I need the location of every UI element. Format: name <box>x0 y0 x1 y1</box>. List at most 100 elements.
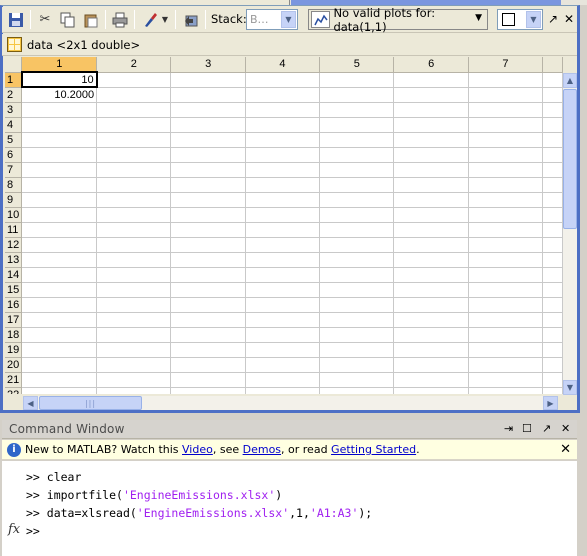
table-cell[interactable] <box>245 327 321 343</box>
row-header[interactable]: 1 <box>5 72 23 88</box>
table-cell[interactable] <box>542 222 563 238</box>
table-cell[interactable] <box>170 132 246 148</box>
table-cell[interactable] <box>542 267 563 283</box>
table-cell[interactable] <box>21 297 98 313</box>
table-cell[interactable] <box>319 207 395 223</box>
console-prompt-line[interactable]: >> <box>26 524 47 538</box>
column-header[interactable]: 7 <box>468 57 544 73</box>
table-cell[interactable]: 10.2000 <box>21 87 98 103</box>
table-cell[interactable] <box>170 192 246 208</box>
table-cell[interactable] <box>319 282 395 298</box>
table-cell[interactable] <box>96 342 172 358</box>
table-cell[interactable] <box>245 192 321 208</box>
table-cell[interactable] <box>170 162 246 178</box>
table-cell[interactable] <box>96 162 172 178</box>
column-header[interactable]: 2 <box>96 57 172 73</box>
table-cell[interactable] <box>468 132 544 148</box>
table-cell[interactable] <box>319 117 395 133</box>
row-header[interactable]: 12 <box>5 237 23 253</box>
table-cell[interactable] <box>21 222 98 238</box>
table-cell[interactable] <box>96 357 172 373</box>
table-cell[interactable] <box>96 297 172 313</box>
table-cell[interactable] <box>542 177 563 193</box>
table-cell[interactable] <box>468 162 544 178</box>
plot-selector[interactable]: No valid plots for: data(1,1) ▼ <box>308 6 488 34</box>
table-cell[interactable] <box>245 357 321 373</box>
table-cell[interactable] <box>542 357 563 373</box>
table-cell[interactable] <box>245 177 321 193</box>
table-cell[interactable] <box>245 72 321 88</box>
table-cell[interactable] <box>96 132 172 148</box>
close-icon[interactable]: ✕ <box>560 442 571 457</box>
table-cell[interactable] <box>468 342 544 358</box>
row-header[interactable]: 13 <box>5 252 23 268</box>
table-cell[interactable] <box>542 372 563 388</box>
table-cell[interactable] <box>468 117 544 133</box>
table-cell[interactable] <box>319 267 395 283</box>
table-cell[interactable] <box>468 177 544 193</box>
table-cell[interactable] <box>393 162 469 178</box>
getting-started-link[interactable]: Getting Started <box>331 443 416 456</box>
table-cell[interactable] <box>542 252 563 268</box>
corner-header[interactable] <box>5 57 23 73</box>
table-cell[interactable] <box>96 117 172 133</box>
table-cell[interactable] <box>468 372 544 388</box>
demos-link[interactable]: Demos <box>243 443 281 456</box>
table-cell[interactable] <box>468 312 544 328</box>
table-cell[interactable] <box>170 282 246 298</box>
row-header[interactable]: 22 <box>5 387 23 394</box>
table-cell[interactable] <box>393 312 469 328</box>
table-cell[interactable] <box>170 87 246 103</box>
table-cell[interactable] <box>96 267 172 283</box>
table-cell[interactable] <box>245 102 321 118</box>
table-cell[interactable] <box>96 282 172 298</box>
table-cell[interactable] <box>393 72 469 88</box>
table-cell[interactable] <box>319 387 395 394</box>
table-cell[interactable] <box>542 72 563 88</box>
table-cell[interactable] <box>245 297 321 313</box>
table-cell[interactable] <box>96 147 172 163</box>
table-cell[interactable] <box>245 87 321 103</box>
row-header[interactable]: 6 <box>5 147 23 163</box>
table-cell[interactable] <box>319 177 395 193</box>
table-cell[interactable] <box>393 357 469 373</box>
row-header[interactable]: 9 <box>5 192 23 208</box>
table-cell[interactable] <box>170 147 246 163</box>
table-cell[interactable] <box>96 252 172 268</box>
table-cell[interactable] <box>542 297 563 313</box>
table-cell[interactable] <box>319 87 395 103</box>
table-cell[interactable] <box>170 72 246 88</box>
table-cell[interactable] <box>393 342 469 358</box>
table-cell[interactable] <box>542 207 563 223</box>
table-cell[interactable] <box>96 192 172 208</box>
table-cell[interactable] <box>393 387 469 394</box>
table-cell[interactable] <box>170 207 246 223</box>
table-cell[interactable] <box>319 327 395 343</box>
table-cell[interactable] <box>170 312 246 328</box>
function-browser-icon[interactable]: fx <box>8 522 20 537</box>
table-cell[interactable] <box>96 237 172 253</box>
table-cell[interactable] <box>542 387 563 394</box>
table-cell[interactable] <box>170 177 246 193</box>
table-cell[interactable] <box>170 372 246 388</box>
scroll-up-icon[interactable]: ▲ <box>563 73 577 88</box>
table-cell[interactable] <box>468 102 544 118</box>
table-cell[interactable] <box>245 342 321 358</box>
table-cell[interactable] <box>319 147 395 163</box>
table-cell[interactable] <box>21 387 98 394</box>
column-header[interactable]: 5 <box>319 57 395 73</box>
table-cell[interactable] <box>170 237 246 253</box>
table-cell[interactable] <box>21 342 98 358</box>
table-cell[interactable] <box>21 117 98 133</box>
table-cell[interactable] <box>468 252 544 268</box>
table-cell[interactable] <box>245 117 321 133</box>
table-cell[interactable] <box>245 237 321 253</box>
table-cell[interactable] <box>170 102 246 118</box>
table-cell[interactable] <box>21 102 98 118</box>
print-icon[interactable] <box>110 9 130 30</box>
table-cell[interactable] <box>96 372 172 388</box>
table-cell[interactable] <box>21 192 98 208</box>
table-cell[interactable] <box>468 87 544 103</box>
table-cell[interactable] <box>542 327 563 343</box>
table-cell[interactable] <box>170 222 246 238</box>
